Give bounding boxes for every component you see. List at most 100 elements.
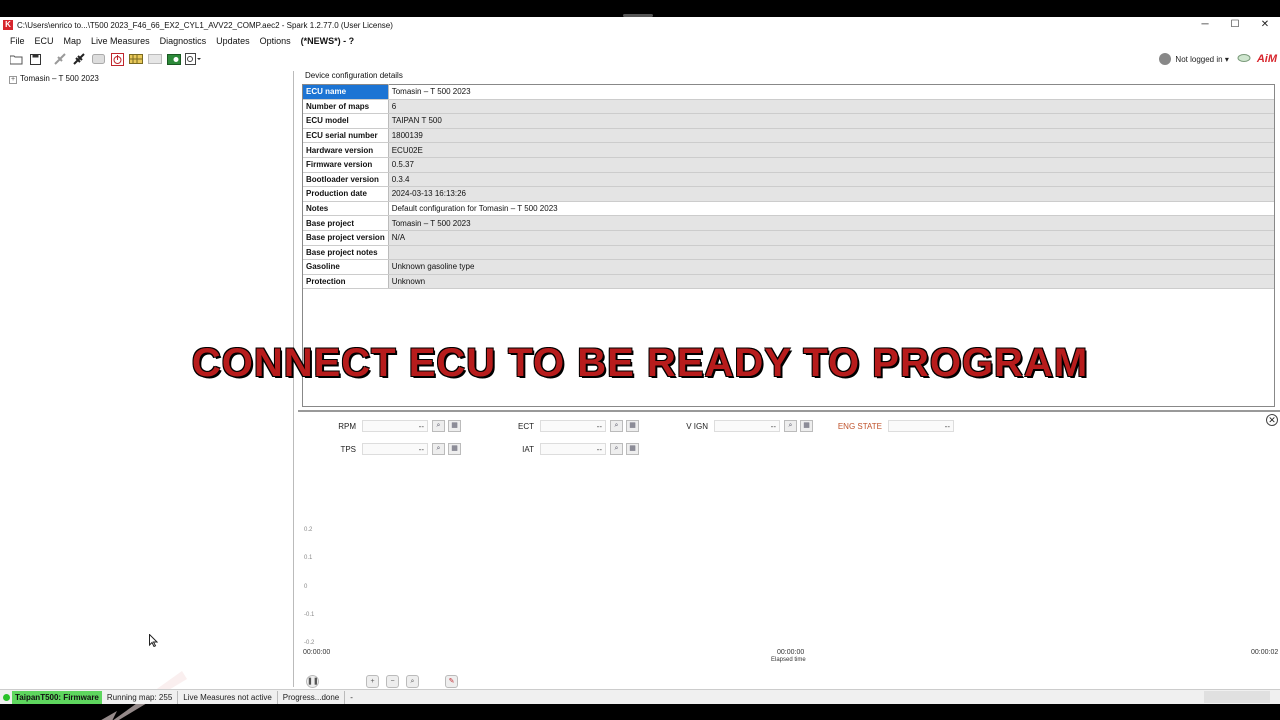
config-row[interactable]: Production date 2024-03-13 16:13:26 — [302, 186, 1275, 202]
measure-label: RPM — [338, 421, 356, 431]
config-row[interactable]: ECU name Tomasin – T 500 2023 — [302, 84, 1275, 100]
zoom-icon[interactable]: ⌕ — [784, 420, 797, 432]
grid-icon[interactable]: ▦ — [800, 420, 813, 432]
menu-bar: File ECU Map Live Measures Diagnostics U… — [0, 34, 359, 49]
measure-value: -- — [540, 443, 606, 455]
measure-eng-state: ENG STATE -- — [828, 419, 954, 433]
grid-icon[interactable]: ▦ — [626, 420, 639, 432]
app-logo-icon: K — [3, 20, 13, 30]
connection-status-icon — [3, 693, 10, 701]
config-row[interactable]: ECU model TAIPAN T 500 — [302, 113, 1275, 129]
config-value — [388, 245, 1275, 261]
config-value: 6 — [388, 99, 1275, 115]
grid-icon[interactable]: ▦ — [448, 420, 461, 432]
open-folder-icon[interactable] — [8, 51, 24, 67]
login-status[interactable]: Not logged in ▾ — [1175, 55, 1228, 64]
map-grid-icon[interactable] — [128, 51, 144, 67]
grid-icon[interactable]: ▦ — [448, 443, 461, 455]
measure-label: TPS — [340, 444, 356, 454]
close-panel-icon[interactable]: ✕ — [1266, 414, 1278, 426]
status-bar: TaipanT500: Firmware Running map: 255 Li… — [0, 689, 1280, 704]
grid-disabled-icon[interactable] — [147, 51, 163, 67]
menu-live-measures[interactable]: Live Measures — [86, 34, 155, 49]
overlay-banner: CONNECT ECU TO BE READY TO PROGRAM — [191, 341, 1089, 385]
status-live-measures: Live Measures not active — [178, 690, 278, 704]
measure-value: -- — [888, 420, 954, 432]
config-value: ECU02E — [388, 142, 1275, 158]
y-tick-label: -0.1 — [304, 612, 315, 618]
measure-tps: TPS -- ⌕ ▦ — [318, 442, 461, 456]
menu-news[interactable]: (*NEWS*) - ? — [296, 34, 360, 49]
tree-item-project[interactable]: + Tomasin – T 500 2023 — [9, 74, 99, 84]
config-key: Firmware version — [302, 157, 389, 173]
cloud-icon[interactable] — [1237, 53, 1251, 65]
live-data-icon[interactable] — [166, 51, 182, 67]
zoom-icon[interactable]: ⌕ — [432, 420, 445, 432]
brand-logo: AiM — [1256, 53, 1277, 65]
config-row[interactable]: Bootloader version 0.3.4 — [302, 172, 1275, 188]
maximize-button[interactable]: ☐ — [1220, 17, 1250, 33]
config-key: Protection — [302, 274, 389, 290]
user-avatar-icon — [1159, 53, 1172, 65]
clear-chart-button[interactable]: ✎ — [445, 675, 458, 688]
config-key: Bootloader version — [302, 172, 389, 188]
menu-updates[interactable]: Updates — [211, 34, 255, 49]
config-row[interactable]: Protection Unknown — [302, 274, 1275, 290]
config-key: ECU model — [302, 113, 389, 129]
grid-icon[interactable]: ▦ — [626, 443, 639, 455]
tree-expand-icon[interactable]: + — [9, 76, 17, 84]
zoom-out-button[interactable]: − — [386, 675, 399, 688]
config-value: 1800139 — [388, 128, 1275, 144]
config-row[interactable]: Base project Tomasin – T 500 2023 — [302, 215, 1275, 231]
zoom-icon[interactable]: ⌕ — [610, 420, 623, 432]
zoom-fit-button[interactable]: ⌕ — [406, 675, 419, 688]
disconnect-plug-icon[interactable] — [52, 51, 68, 67]
menu-file[interactable]: File — [0, 34, 30, 49]
config-row[interactable]: Gasoline Unknown gasoline type — [302, 259, 1275, 275]
minimize-button[interactable]: ─ — [1190, 17, 1220, 33]
zoom-in-button[interactable]: + — [366, 675, 379, 688]
config-key: Base project — [302, 215, 389, 231]
measure-label: V IGN — [686, 421, 708, 431]
connect-plug-icon[interactable] — [71, 51, 87, 67]
close-window-button[interactable]: ✕ — [1250, 17, 1280, 33]
config-value: 2024-03-13 16:13:26 — [388, 186, 1275, 202]
title-bar: K C:\Users\enrico to...\T500 2023_F46_66… — [0, 17, 1280, 33]
menu-options[interactable]: Options — [255, 34, 296, 49]
menu-ecu[interactable]: ECU — [30, 34, 59, 49]
config-key: Production date — [302, 186, 389, 202]
y-tick-label: 0.1 — [304, 555, 313, 561]
zoom-icon[interactable]: ⌕ — [610, 443, 623, 455]
config-key: Base project notes — [302, 245, 389, 261]
config-row[interactable]: Firmware version 0.5.37 — [302, 157, 1275, 173]
measure-label: IAT — [522, 444, 534, 454]
config-row[interactable]: Base project version N/A — [302, 230, 1275, 246]
status-extra: - — [350, 692, 353, 702]
config-value: Default configuration for Tomasin – T 50… — [388, 201, 1275, 217]
config-row[interactable]: ECU serial number 1800139 — [302, 128, 1275, 144]
config-row[interactable]: Hardware version ECU02E — [302, 142, 1275, 158]
menu-map[interactable]: Map — [59, 34, 87, 49]
zoom-dropdown-icon[interactable] — [185, 51, 201, 67]
live-measures-panel: ✕ RPM -- ⌕ ▦ ECT -- ⌕ ▦ V IGN -- ⌕ ▦ ENG… — [298, 410, 1280, 691]
config-row[interactable]: Notes Default configuration for Tomasin –… — [302, 201, 1275, 217]
save-icon[interactable] — [27, 51, 43, 67]
pause-button[interactable]: ❚❚ — [306, 675, 319, 688]
measure-rpm: RPM -- ⌕ ▦ — [318, 419, 461, 433]
measure-label: ECT — [518, 421, 534, 431]
device-icon[interactable] — [90, 51, 106, 67]
measure-ect: ECT -- ⌕ ▦ — [494, 419, 639, 433]
config-value: 0.3.4 — [388, 172, 1275, 188]
menu-diagnostics[interactable]: Diagnostics — [155, 34, 212, 49]
tree-item-label: Tomasin – T 500 2023 — [20, 74, 99, 83]
status-progress: Progress...done — [278, 690, 346, 704]
config-row[interactable]: Base project notes — [302, 245, 1275, 261]
window-controls: ─ ☐ ✕ — [1190, 17, 1280, 33]
window-title: C:\Users\enrico to...\T500 2023_F46_66_E… — [17, 20, 393, 30]
y-tick-label: 0.2 — [304, 527, 313, 533]
zoom-icon[interactable]: ⌕ — [432, 443, 445, 455]
config-key: Notes — [302, 201, 389, 217]
time-start-label: 00:00:00 — [303, 649, 331, 656]
power-icon[interactable] — [109, 51, 125, 67]
config-row[interactable]: Number of maps 6 — [302, 99, 1275, 115]
